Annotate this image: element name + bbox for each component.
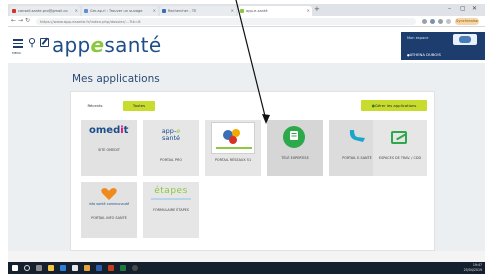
site-header: MENU ⚲ appesanté Mon espace ATHENA DUBOI… [8,27,485,63]
windows-start-icon[interactable] [12,265,18,271]
info-sante-logo-text: info santé communauté [85,202,133,206]
omedit-logo: omedit [89,125,129,136]
app-tile-portail-pro[interactable]: app-e santé PORTAIL PRO [143,120,199,176]
close-tab-icon[interactable]: ✕ [153,6,156,16]
etapes-logo: étapes [149,186,193,197]
site-icon [84,9,88,13]
account-badge-icon [453,34,477,45]
search-icon[interactable]: ⚲ [28,37,36,48]
address-bar: ← → ↻ https://www.app-esante.fr/index.ph… [8,16,485,27]
logo-text-sante: santé [104,33,162,57]
file-explorer-icon[interactable] [48,265,54,271]
app-tile-omedit[interactable]: omedit SITE OMEDIT [81,120,137,176]
sante-normandie-icon [216,129,252,149]
store-icon[interactable] [72,265,78,271]
edit-document-icon [391,131,407,144]
page-title: Mes applications [72,73,160,85]
task-view-icon[interactable] [36,265,42,271]
url-field[interactable]: https://www.app-esante.fr/index.php/doss… [36,18,416,25]
tele-expertise-icon [283,126,305,148]
banner-text: Mon espace [407,36,429,40]
maximize-button[interactable]: ▢ [460,5,466,12]
app-tile-sante-normandie[interactable]: PORTAIL RÉSEAUX 51 [205,120,261,176]
user-name[interactable]: ATHENA DUBOIS [407,52,441,57]
close-tab-icon[interactable]: ✕ [231,6,234,16]
espace-icon [391,130,409,149]
app-tile-espace-cdd[interactable]: ESPACES DE TRAV. / CDD [373,120,427,176]
etapes-logo-underline [151,198,191,200]
browser-tab-2[interactable]: Gm.ap.ri : Trouver un ouvage ✕ [82,6,158,16]
menu-label: MENU [12,51,21,55]
app-label: FORMULAIRE ÉTAPES [153,208,189,212]
powerpoint-icon[interactable] [108,265,114,271]
app-esante-mini-logo: app-e santé [161,127,181,142]
logo-text-e: e [90,33,105,57]
app-esante-favicon-icon [240,9,244,13]
close-tab-icon[interactable]: ✕ [75,6,78,16]
tab-all[interactable]: Toutes [123,101,155,111]
tab-label: Gm.ap.ri : Trouver un ouvage [90,9,143,13]
app-tile-tele-expertise[interactable]: TÉLÉ EXPERTISE [267,120,323,176]
app-tile-info-sante[interactable]: info santé communauté PORTAIL INFO SANTÉ [81,182,137,238]
search-icon[interactable] [24,265,30,271]
screenshot: conseil.sante.pro@gmail.co ✕ Gm.ap.ri : … [0,0,485,280]
site-icon [162,9,166,13]
os-taskbar: 19:47 25/04/2019 [8,262,485,274]
hamburger-menu-icon[interactable] [13,39,23,49]
browser-tab-3[interactable]: Rechercher - TE ✕ [160,6,236,16]
browser-window: conseil.sante.pro@gmail.co ✕ Gm.ap.ri : … [8,4,485,266]
heart-logo-icon [101,188,117,200]
manage-applications-button[interactable]: Gérer les applications [361,100,427,111]
sante-normandie-logo [211,122,255,154]
star-icon[interactable] [422,19,427,24]
app-esante-logo[interactable]: appesanté [52,33,161,57]
excel-icon[interactable] [120,265,126,271]
extension-icon[interactable] [446,19,451,24]
new-tab-button[interactable]: + [314,5,320,13]
main-content: Mes applications Récents Toutes Gérer le… [8,63,485,251]
gmail-icon [12,9,16,13]
chrome-icon[interactable] [132,265,138,271]
reload-button[interactable]: ↻ [25,17,30,24]
extension-icon[interactable] [438,19,443,24]
close-tab-icon[interactable]: ✕ [307,6,310,16]
back-button[interactable]: ← [11,17,16,24]
minimize-button[interactable]: – [448,5,451,12]
logo-caption: info santé communauté [88,202,130,206]
app-label: PORTAIL PRO [160,158,182,162]
user-banner[interactable]: Mon espace ATHENA DUBOIS [401,32,485,60]
tab-label: conseil.sante.pro@gmail.co [18,9,68,13]
edge-icon[interactable] [60,265,66,271]
app-label: PORTAIL RÉSEAUX 51 [214,158,252,162]
word-icon[interactable] [96,265,102,271]
portail-esante-icon [347,128,367,150]
app-label: PORTAIL INFO SANTÉ [91,216,127,220]
logo-caption: étapes [154,186,188,196]
app-label: ESPACES DE TRAV. / CDD [378,156,422,160]
forward-button[interactable]: → [18,17,23,24]
app-icon[interactable] [84,265,90,271]
app-label: SITE OMEDIT [98,148,120,152]
browser-tab-active[interactable]: app-e-santé ✕ [238,6,312,16]
clock-date: 25/04/2019 [463,267,482,272]
tab-bar: conseil.sante.pro@gmail.co ✕ Gm.ap.ri : … [8,4,485,16]
app-label: TÉLÉ EXPERTISE [281,156,309,160]
browser-tab-gmail[interactable]: conseil.sante.pro@gmail.co ✕ [10,6,80,16]
tab-recent[interactable]: Récents [81,101,109,111]
logo-text-app: app [52,33,91,57]
tab-label: app-e-santé [246,9,268,13]
extension-icon[interactable] [430,19,435,24]
close-window-button[interactable]: ✕ [472,5,477,12]
app-tile-etapes[interactable]: étapes FORMULAIRE ÉTAPES [143,182,199,238]
edit-icon[interactable] [40,38,49,47]
document-icon [290,131,298,140]
tab-label: Rechercher - TE [168,9,197,13]
chat-icon [349,130,365,142]
profile-button[interactable]: Synchronise [455,18,479,25]
taskbar-clock[interactable]: 19:47 25/04/2019 [460,263,482,272]
applications-panel: Récents Toutes Gérer les applications om… [70,91,435,251]
